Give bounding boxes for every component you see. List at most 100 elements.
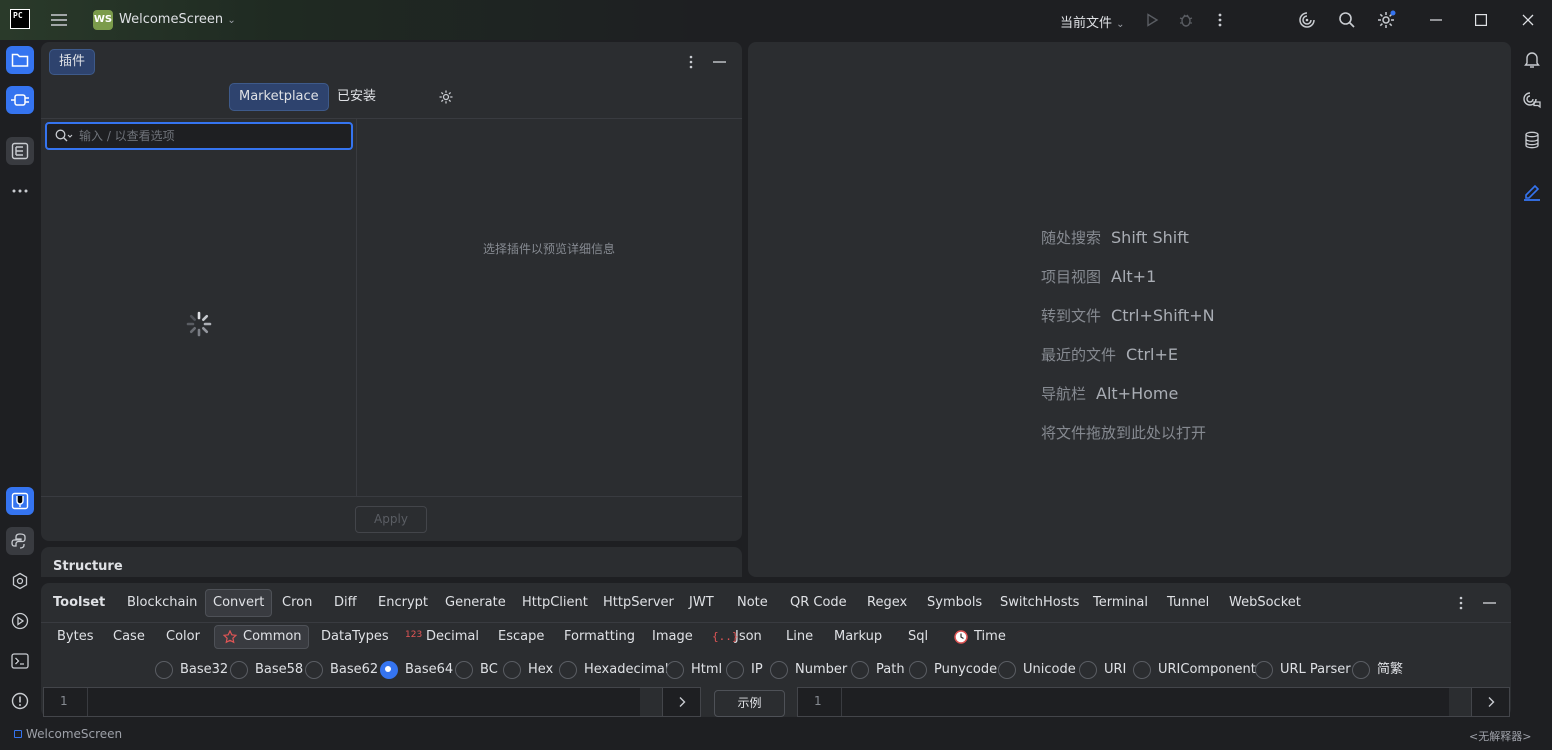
output-editor[interactable]: 1 bbox=[797, 687, 1510, 717]
structure-tool-icon[interactable] bbox=[6, 137, 34, 165]
tool-tab-cron[interactable]: Cron bbox=[275, 589, 319, 617]
search-icon[interactable] bbox=[1335, 8, 1359, 32]
sub-tab-sql[interactable]: Sql bbox=[902, 625, 934, 649]
option-unicode[interactable]: Unicode bbox=[998, 661, 1076, 679]
edit-icon[interactable] bbox=[1518, 177, 1546, 205]
option-base62[interactable]: Base62 bbox=[305, 661, 378, 679]
tool-tab-qrcode[interactable]: QR Code bbox=[783, 589, 854, 617]
more-tools-icon[interactable] bbox=[6, 177, 34, 205]
run-config-label: 当前文件 bbox=[1060, 16, 1113, 31]
tool-tab-regex[interactable]: Regex bbox=[860, 589, 914, 617]
run-tool-icon[interactable] bbox=[6, 607, 34, 635]
plugins-panel-title[interactable]: 插件 bbox=[49, 49, 96, 75]
tool-tab-terminal[interactable]: Terminal bbox=[1086, 589, 1155, 617]
option-hexadecimal[interactable]: Hexadecimal bbox=[559, 661, 668, 679]
tool-tab-switchhosts[interactable]: SwitchHosts bbox=[993, 589, 1086, 617]
plugin-search-input[interactable] bbox=[79, 127, 339, 145]
tool-tab-httpclient[interactable]: HttpClient bbox=[515, 589, 595, 617]
project-tool-icon[interactable] bbox=[6, 46, 34, 74]
close-icon[interactable] bbox=[1516, 8, 1540, 32]
sub-tab-markup[interactable]: Markup bbox=[828, 625, 888, 649]
notifications-icon[interactable] bbox=[1518, 46, 1546, 74]
tool-tab-encrypt[interactable]: Encrypt bbox=[371, 589, 435, 617]
python-console-icon[interactable] bbox=[6, 527, 34, 555]
toolset-tool-icon[interactable] bbox=[6, 487, 34, 515]
tool-tab-convert[interactable]: Convert bbox=[205, 589, 273, 617]
status-project[interactable]: WelcomeScreen bbox=[26, 727, 122, 741]
terminal-icon[interactable] bbox=[6, 647, 34, 675]
run-config-selector[interactable]: 当前文件 ⌄ bbox=[1060, 12, 1125, 31]
minimize-panel-icon[interactable] bbox=[1483, 602, 1496, 604]
sub-tab-formatting[interactable]: Formatting bbox=[558, 625, 641, 649]
chevron-right-icon[interactable] bbox=[1471, 688, 1509, 716]
more-vertical-icon[interactable] bbox=[1208, 8, 1232, 32]
problems-icon[interactable] bbox=[6, 687, 34, 715]
tool-tab-httpserver[interactable]: HttpServer bbox=[596, 589, 681, 617]
sub-tab-time[interactable]: Time bbox=[948, 625, 1012, 649]
sub-tab-bytes[interactable]: Bytes bbox=[51, 625, 99, 649]
scrollbar[interactable] bbox=[640, 688, 662, 716]
option-number[interactable]: Number bbox=[770, 661, 847, 679]
plugin-detail-placeholder: 选择插件以预览详细信息 bbox=[483, 242, 616, 256]
sub-tab-color[interactable]: Color bbox=[160, 625, 206, 649]
status-bar: WelcomeScreen <无解释器> bbox=[0, 720, 1552, 750]
maximize-icon[interactable] bbox=[1469, 8, 1493, 32]
tool-tab-diff[interactable]: Diff bbox=[327, 589, 364, 617]
option-hex[interactable]: Hex bbox=[503, 661, 553, 679]
tool-tab-generate[interactable]: Generate bbox=[438, 589, 513, 617]
services-icon[interactable] bbox=[6, 567, 34, 595]
option-uricomponent[interactable]: URIComponent bbox=[1133, 661, 1256, 679]
minimize-icon[interactable] bbox=[1424, 8, 1448, 32]
sub-tab-json[interactable]: {..} Json bbox=[707, 625, 768, 649]
sub-tab-common[interactable]: Common bbox=[214, 625, 309, 649]
sub-tab-case[interactable]: Case bbox=[107, 625, 151, 649]
more-vertical-icon[interactable] bbox=[689, 55, 693, 69]
run-icon[interactable] bbox=[1140, 8, 1164, 32]
sub-tab-decimal[interactable]: 123 Decimal bbox=[400, 625, 485, 649]
divider bbox=[356, 118, 357, 496]
database-icon[interactable] bbox=[1518, 126, 1546, 154]
line-number: 1 bbox=[798, 688, 842, 716]
option-punycode[interactable]: Punycode bbox=[909, 661, 997, 679]
apply-button[interactable]: Apply bbox=[355, 506, 427, 533]
option-base32[interactable]: Base32 bbox=[155, 661, 228, 679]
ai-assistant-icon[interactable] bbox=[1295, 8, 1319, 32]
tool-tab-tunnel[interactable]: Tunnel bbox=[1160, 589, 1216, 617]
debug-icon[interactable] bbox=[1174, 8, 1198, 32]
option-url-parser[interactable]: URL Parser bbox=[1255, 661, 1351, 679]
sub-tab-escape[interactable]: Escape bbox=[492, 625, 550, 649]
option-base64[interactable]: Base64 bbox=[380, 661, 453, 679]
plugins-tool-icon[interactable] bbox=[6, 86, 34, 114]
tool-tab-jwt[interactable]: JWT bbox=[682, 589, 721, 617]
scrollbar[interactable] bbox=[1449, 688, 1471, 716]
option-path[interactable]: Path bbox=[851, 661, 905, 679]
settings-icon[interactable] bbox=[1374, 8, 1398, 32]
tool-tab-symbols[interactable]: Symbols bbox=[920, 589, 989, 617]
tool-tab-note[interactable]: Note bbox=[730, 589, 775, 617]
tab-marketplace[interactable]: Marketplace bbox=[229, 83, 329, 111]
status-interpreter[interactable]: <无解释器> bbox=[1469, 728, 1531, 744]
input-editor[interactable]: 1 bbox=[43, 687, 701, 717]
option-bc[interactable]: BC bbox=[455, 661, 498, 679]
sub-tab-line[interactable]: Line bbox=[780, 625, 819, 649]
option-uri[interactable]: URI bbox=[1079, 661, 1126, 679]
minimize-panel-icon[interactable] bbox=[713, 61, 726, 63]
sub-tab-image[interactable]: Image bbox=[646, 625, 699, 649]
plugin-search-field[interactable] bbox=[45, 122, 353, 150]
option-base58[interactable]: Base58 bbox=[230, 661, 303, 679]
tab-installed[interactable]: 已安装 bbox=[328, 84, 385, 110]
option-ip[interactable]: IP bbox=[726, 661, 763, 679]
chevron-right-icon[interactable] bbox=[662, 688, 700, 716]
project-selector[interactable]: WelcomeScreen ⌄ bbox=[119, 12, 236, 27]
sub-tab-datatypes[interactable]: DataTypes bbox=[315, 625, 395, 649]
ai-chat-icon[interactable] bbox=[1518, 86, 1546, 114]
tool-tab-websocket[interactable]: WebSocket bbox=[1222, 589, 1308, 617]
shortcut: Ctrl+Shift+N bbox=[1111, 306, 1215, 325]
more-vertical-icon[interactable] bbox=[1459, 596, 1463, 610]
example-button[interactable]: 示例 bbox=[714, 690, 785, 717]
tool-tab-blockchain[interactable]: Blockchain bbox=[120, 589, 204, 617]
option-html[interactable]: Html bbox=[666, 661, 722, 679]
plugin-settings-icon[interactable] bbox=[438, 89, 454, 105]
main-menu-icon[interactable] bbox=[47, 8, 71, 32]
option-traditional-simplified[interactable]: 简繁 bbox=[1352, 661, 1403, 679]
